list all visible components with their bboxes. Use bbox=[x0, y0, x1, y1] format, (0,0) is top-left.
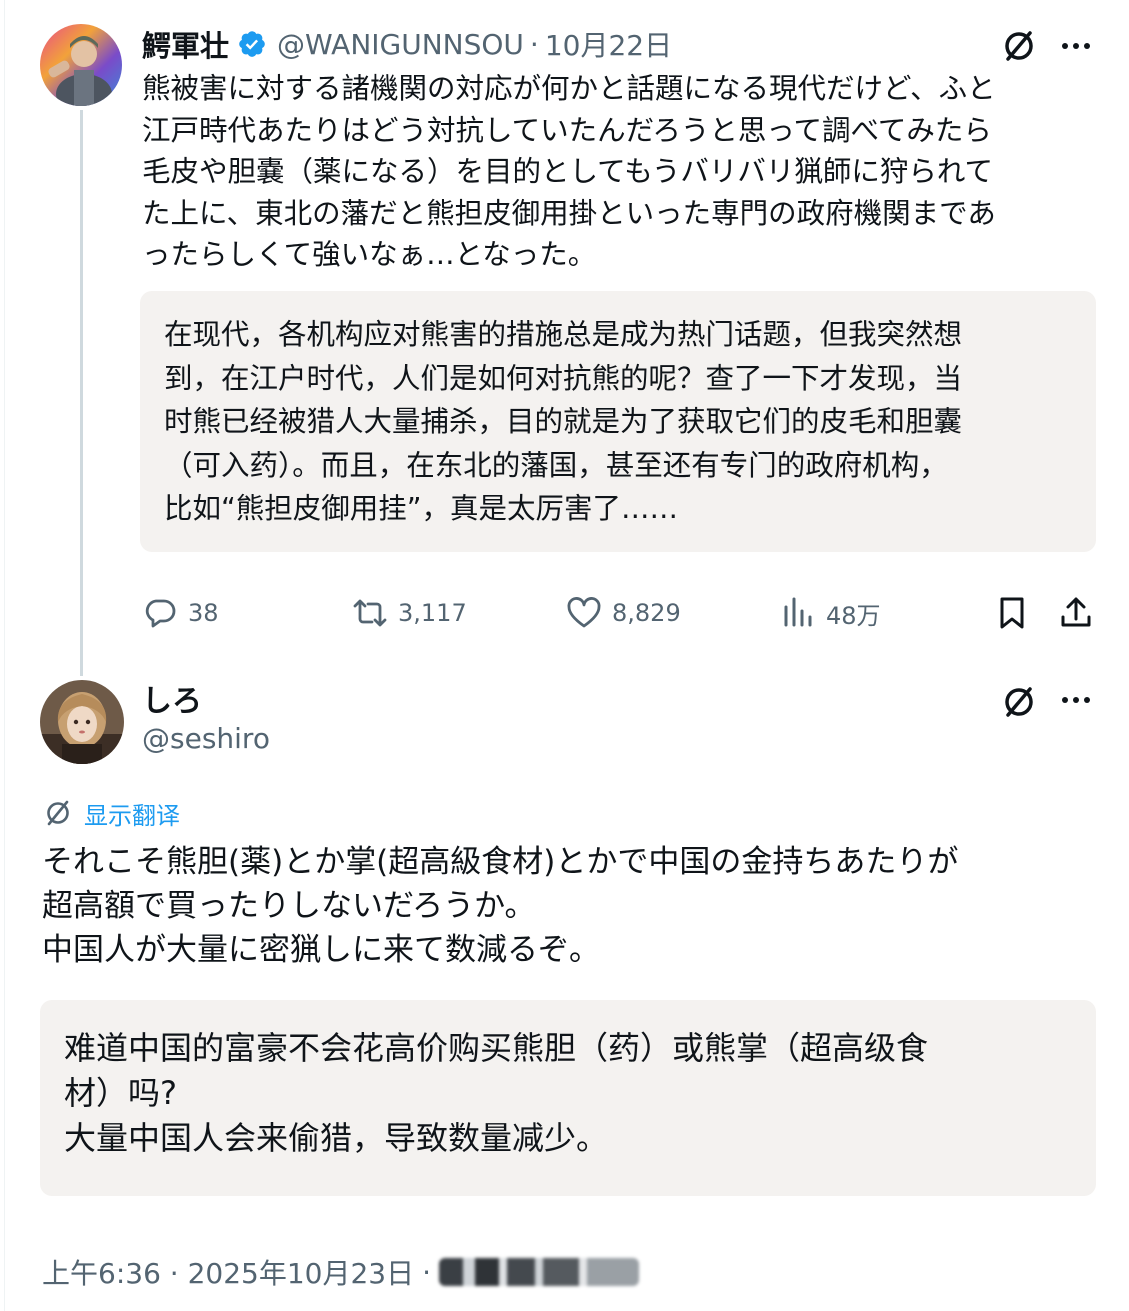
tweet-header: 鰐軍壮 @WANIGUNNSOU · 10月22日 bbox=[142, 22, 672, 66]
share-upload-icon bbox=[1061, 597, 1091, 627]
like-button[interactable]: 8,829 bbox=[566, 590, 681, 636]
tweet-text: それこそ熊胆(薬)とか掌(超高級食材)とかで中国の金持ちあたりが 超高額で買った… bbox=[42, 844, 959, 968]
retweet-button[interactable]: 3,117 bbox=[352, 590, 467, 636]
avatar-image bbox=[40, 24, 122, 106]
avatar[interactable] bbox=[40, 24, 122, 106]
retweet-icon bbox=[353, 599, 387, 627]
redacted-view-count bbox=[439, 1258, 640, 1286]
more-horizontal-icon[interactable] bbox=[1056, 680, 1096, 720]
avatar[interactable] bbox=[40, 680, 124, 764]
avatar-image bbox=[40, 680, 124, 764]
author-name[interactable]: 鰐軍壮 bbox=[142, 23, 229, 65]
like-count: 8,829 bbox=[612, 599, 681, 627]
bookmark-button[interactable] bbox=[994, 590, 1030, 636]
tweet-footer-meta: 上午6:36 · 2025年10月23日 · bbox=[42, 1252, 640, 1292]
tweet-actions-bar: 38 3,117 8,829 48万 bbox=[140, 590, 1100, 636]
reply-count: 38 bbox=[188, 599, 219, 627]
tweet-timestamp[interactable]: 上午6:36 · 2025年10月23日 bbox=[42, 1252, 414, 1292]
bar-chart-icon bbox=[784, 597, 812, 627]
reply-button[interactable]: 38 bbox=[142, 590, 219, 636]
reply-bubble-icon bbox=[145, 599, 176, 628]
author-handle[interactable]: @WANIGUNNSOU bbox=[277, 28, 524, 61]
header-separator: · bbox=[529, 27, 539, 61]
translate-slash-icon bbox=[47, 800, 69, 826]
tweet-text: 熊被害に対する諸機関の対応が何かと話題になる現代だけど、ふと 江戸時代あたりはど… bbox=[142, 72, 996, 271]
views-button[interactable]: 48万 bbox=[780, 590, 881, 636]
show-translation-link[interactable]: 显示翻译 bbox=[42, 796, 180, 830]
thread-connector-line bbox=[80, 110, 83, 676]
translate-slash-icon[interactable] bbox=[998, 681, 1040, 723]
author-handle[interactable]: @seshiro bbox=[142, 722, 270, 755]
view-count: 48万 bbox=[826, 601, 881, 630]
more-horizontal-icon[interactable] bbox=[1056, 26, 1096, 66]
show-translation-label: 显示翻译 bbox=[84, 801, 180, 830]
bookmark-icon bbox=[1000, 597, 1024, 629]
heart-icon bbox=[567, 597, 601, 628]
page-edge bbox=[4, 0, 5, 1311]
author-name[interactable]: しろ bbox=[142, 676, 202, 720]
footer-separator: · bbox=[422, 1255, 432, 1289]
translation-box: 难道中国的富豪不会花高价购买熊胆（药）或熊掌（超高级食 材）吗? 大量中国人会来… bbox=[40, 1000, 1096, 1196]
translation-text: 难道中国的富豪不会花高价购买熊胆（药）或熊掌（超高级食 材）吗? 大量中国人会来… bbox=[64, 1029, 929, 1157]
share-button[interactable] bbox=[1058, 590, 1094, 636]
translation-text: 在现代，各机构应对熊害的措施总是成为热门话题，但我突然想 到，在江户时代，人们是… bbox=[164, 318, 963, 525]
tweet-date[interactable]: 10月22日 bbox=[545, 24, 672, 64]
verified-badge-icon bbox=[237, 29, 267, 59]
retweet-count: 3,117 bbox=[398, 599, 467, 627]
translation-box: 在现代，各机构应对熊害的措施总是成为热门话题，但我突然想 到，在江户时代，人们是… bbox=[140, 291, 1096, 552]
translate-slash-icon[interactable] bbox=[998, 25, 1040, 67]
